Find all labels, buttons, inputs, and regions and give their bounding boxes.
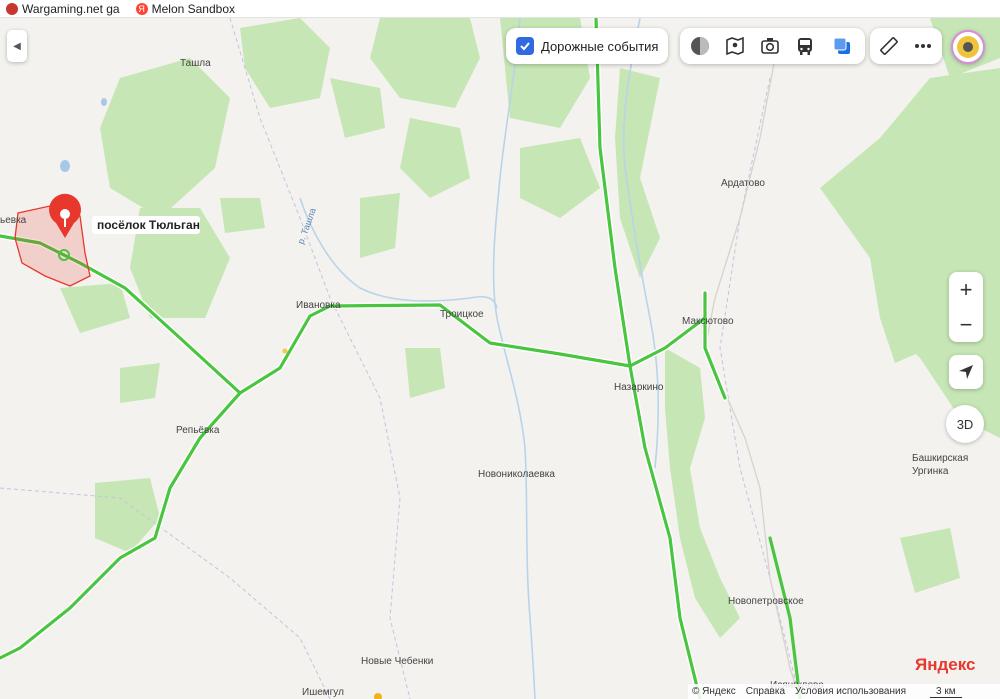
bookmark-label: Melon Sandbox [151, 1, 235, 16]
map-style-icon[interactable] [830, 34, 854, 58]
collapse-sidebar-button[interactable]: ◀ [7, 30, 27, 62]
selected-place-label: посёлок Тюльган [97, 218, 200, 232]
bookmark-melon-sandbox[interactable]: Я Melon Sandbox [135, 1, 235, 16]
wargaming-icon [6, 2, 18, 15]
yandex-logo: Яндекс [915, 655, 975, 675]
terms-link[interactable]: Условия использования [795, 686, 906, 697]
pin-icon [60, 209, 70, 219]
scale-bar: 3 км [930, 686, 962, 698]
help-link[interactable]: Справка [746, 686, 785, 697]
yandex-logo-text: Яндекс [915, 655, 976, 674]
place-label-troitskoe: Троицкое [440, 309, 484, 320]
place-label-edge: ьевка [0, 215, 27, 226]
checkbox-checked-icon[interactable] [516, 37, 534, 55]
zoom-control: + − [949, 272, 983, 342]
lake [60, 160, 70, 172]
bookmark-wargaming[interactable]: Wargaming.net ga [6, 2, 120, 16]
traffic-events-label: Дорожные события [541, 39, 659, 54]
chevron-left-icon: ◀ [13, 40, 21, 52]
zoom-in-button[interactable]: + [949, 272, 983, 307]
traffic-event-icon[interactable] [282, 348, 288, 354]
panorama-icon[interactable] [723, 34, 747, 58]
bookmark-label: Wargaming.net ga [22, 1, 120, 16]
map-footer: © Яндекс Справка Условия использования 3… [688, 684, 1000, 699]
photo-icon[interactable] [758, 34, 782, 58]
my-location-button[interactable] [949, 355, 983, 389]
zoom-out-button[interactable]: − [949, 307, 983, 342]
location-arrow-icon [959, 365, 973, 379]
layers-icon[interactable] [688, 34, 712, 58]
user-avatar[interactable] [951, 30, 985, 64]
place-label-ardatovo: Ардатово [721, 178, 765, 189]
place-label-maksyutovo: Максютово [682, 316, 734, 327]
more-icon[interactable] [911, 34, 935, 58]
transit-icon[interactable] [793, 34, 817, 58]
place-label-ishemgul: Ишемгул [302, 687, 344, 698]
avatar-icon [957, 36, 979, 58]
ruler-icon[interactable] [877, 34, 901, 58]
traffic-events-toggle[interactable]: Дорожные события [506, 28, 668, 64]
place-label-urginka: Ургинка [912, 466, 949, 477]
pond [101, 98, 107, 106]
place-label-ivanovka: Ивановка [296, 300, 341, 311]
place-label-tashla: Ташла [180, 58, 211, 69]
layers-toolbar [680, 28, 865, 64]
map-canvas[interactable]: посёлок Тюльган ьевка Ташла Ардатово Ива… [0, 18, 1000, 699]
mode-3d-button[interactable]: 3D [946, 405, 984, 443]
place-label-repyovka: Репьёвка [176, 425, 220, 436]
mode-3d-label: 3D [956, 416, 974, 432]
place-label-novonikolaevka: Новониколаевка [478, 469, 555, 480]
place-label-novye-chebenki: Новые Чебенки [361, 655, 433, 667]
yandex-y-icon: Я [135, 2, 148, 15]
bookmarks-bar: Wargaming.net ga Я Melon Sandbox [0, 0, 1000, 18]
place-label-bashkirskaya: Башкирская [912, 453, 968, 464]
copyright-link[interactable]: © Яндекс [692, 686, 736, 697]
place-label-novopetrovskoe: Новопетровское [728, 596, 804, 607]
place-label-nazarkino: Назаркино [614, 382, 664, 393]
tools-toolbar [870, 28, 942, 64]
